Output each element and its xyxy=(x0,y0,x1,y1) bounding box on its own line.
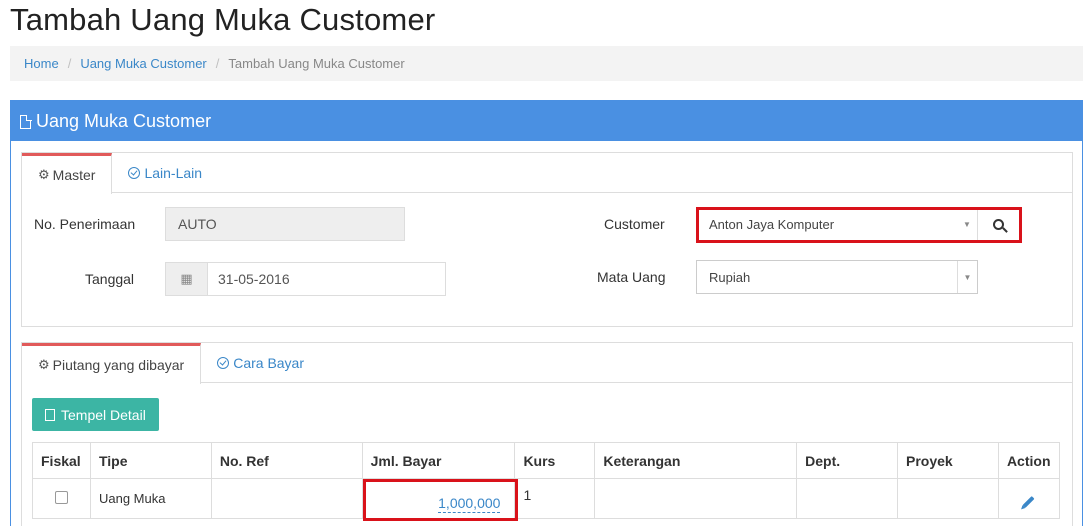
table-row: Uang Muka 1,000,000 1 xyxy=(32,478,1061,519)
tab-piutang-yang-dibayar[interactable]: ⚙ Piutang yang dibayar xyxy=(22,343,202,384)
proyek-cell[interactable] xyxy=(897,478,999,519)
tempel-detail-button[interactable]: Tempel Detail xyxy=(32,398,159,431)
col-proyek: Proyek xyxy=(897,442,999,479)
col-dept: Dept. xyxy=(796,442,899,479)
col-tipe: Tipe xyxy=(89,442,212,479)
fiskal-checkbox[interactable] xyxy=(54,490,68,504)
col-action: Action xyxy=(997,442,1061,479)
mata-uang-select[interactable]: Rupiah ▼ xyxy=(696,260,978,294)
col-no-ref: No. Ref xyxy=(210,442,363,479)
panel-title: Uang Muka Customer xyxy=(36,110,212,131)
col-kurs: Kurs xyxy=(514,442,596,479)
detail-table: Fiskal Tipe No. Ref Jml. Bayar Kurs Kete… xyxy=(32,442,1061,519)
gears-icon: ⚙ xyxy=(38,167,50,182)
calendar-icon[interactable]: ▦ xyxy=(166,263,208,295)
tipe-cell: Uang Muka xyxy=(89,478,212,519)
copy-icon xyxy=(41,405,55,421)
tanggal-value: 31-05-2016 xyxy=(218,271,290,287)
tanggal-field[interactable]: ▦ 31-05-2016 xyxy=(165,262,446,296)
breadcrumb-uang-muka-customer[interactable]: Uang Muka Customer xyxy=(80,56,206,71)
no-penerimaan-field: AUTO xyxy=(165,207,405,241)
uang-muka-panel: Uang Muka Customer ⚙ Master Lain-Lain No… xyxy=(10,100,1083,526)
master-tabbox: ⚙ Master Lain-Lain No. Penerimaan AUTO T… xyxy=(21,152,1073,327)
tab-lain-lain-label: Lain-Lain xyxy=(144,165,203,181)
no-ref-cell[interactable] xyxy=(210,478,363,519)
col-fiskal: Fiskal xyxy=(32,442,91,479)
jml-bayar-cell: 1,000,000 xyxy=(361,478,516,519)
customer-search-button[interactable] xyxy=(977,208,1019,240)
breadcrumb-home[interactable]: Home xyxy=(24,56,59,71)
col-keterangan: Keterangan xyxy=(594,442,798,479)
keterangan-cell[interactable] xyxy=(594,478,798,519)
dept-cell[interactable] xyxy=(796,478,899,519)
page-title: Tambah Uang Muka Customer xyxy=(10,2,436,37)
search-icon xyxy=(993,218,1004,230)
detail-tabs: ⚙ Piutang yang dibayar Cara Bayar xyxy=(22,343,1072,384)
table-header-row: Fiskal Tipe No. Ref Jml. Bayar Kurs Kete… xyxy=(32,442,1061,479)
action-cell xyxy=(997,478,1061,519)
breadcrumb-separator: / xyxy=(215,56,220,71)
customer-value: Anton Jaya Komputer xyxy=(709,216,835,232)
master-tabs: ⚙ Master Lain-Lain xyxy=(22,153,1072,194)
pencil-icon[interactable] xyxy=(1022,495,1035,508)
chevron-down-icon: ▼ xyxy=(957,261,977,293)
customer-label: Customer xyxy=(604,216,665,232)
panel-heading: Uang Muka Customer xyxy=(11,101,1082,141)
check-circle-icon xyxy=(217,357,230,369)
col-jml-bayar: Jml. Bayar xyxy=(361,442,516,479)
fiskal-cell xyxy=(32,478,91,519)
tab-cara-bayar[interactable]: Cara Bayar xyxy=(201,343,320,383)
customer-select[interactable]: Anton Jaya Komputer ▼ xyxy=(696,207,1020,241)
tab-cara-bayar-label: Cara Bayar xyxy=(233,355,305,371)
breadcrumb: Home / Uang Muka Customer / Tambah Uang … xyxy=(10,46,1083,81)
mata-uang-label: Mata Uang xyxy=(597,269,666,285)
tab-master-label: Master xyxy=(52,167,96,183)
tab-lain-lain[interactable]: Lain-Lain xyxy=(112,153,218,193)
no-penerimaan-label: No. Penerimaan xyxy=(34,216,136,232)
tab-piutang-label: Piutang yang dibayar xyxy=(52,357,185,373)
breadcrumb-separator: / xyxy=(67,56,72,71)
tempel-detail-label: Tempel Detail xyxy=(61,406,146,423)
tab-master[interactable]: ⚙ Master xyxy=(22,153,113,194)
chevron-down-icon: ▼ xyxy=(963,219,971,229)
tanggal-label: Tanggal xyxy=(85,271,135,287)
detail-tabbox: ⚙ Piutang yang dibayar Cara Bayar Tempel… xyxy=(21,342,1073,526)
jml-bayar-value[interactable]: 1,000,000 xyxy=(438,494,501,513)
file-icon xyxy=(20,114,32,129)
kurs-cell[interactable]: 1 xyxy=(514,478,596,519)
breadcrumb-current: Tambah Uang Muka Customer xyxy=(228,56,405,71)
mata-uang-value: Rupiah xyxy=(709,269,751,285)
check-circle-icon xyxy=(128,167,141,179)
gears-icon: ⚙ xyxy=(38,357,50,372)
